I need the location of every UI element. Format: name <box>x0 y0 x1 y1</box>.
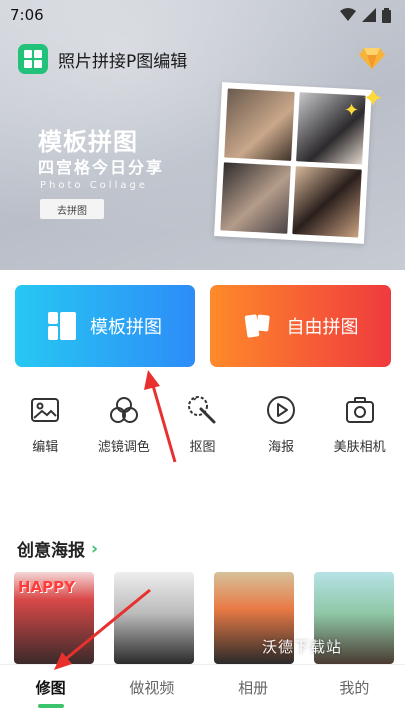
tool-label: 抠图 <box>189 440 216 455</box>
signal-icon <box>362 8 376 22</box>
tool-label: 美肤相机 <box>333 440 386 455</box>
play-icon <box>267 396 296 424</box>
sparkle-icon: ✦ <box>362 84 384 114</box>
collage-photo <box>291 165 362 238</box>
bottom-nav: 修图 做视频 相册 我的 <box>0 664 405 720</box>
banner-title: 模板拼图 <box>38 127 138 156</box>
free-collage-label: 自由拼图 <box>286 317 359 338</box>
nav-tab-edit[interactable]: 修图 <box>11 677 91 708</box>
collage-photo <box>220 161 291 234</box>
status-icons <box>340 7 391 23</box>
free-collage-button[interactable]: 自由拼图 <box>210 285 391 367</box>
free-layout-icon <box>244 314 270 338</box>
nav-tab-label: 相册 <box>238 679 269 697</box>
tool-edit[interactable]: 编辑 <box>6 394 84 455</box>
tool-label: 滤镜调色 <box>97 440 150 455</box>
nav-tab-video[interactable]: 做视频 <box>112 677 192 698</box>
status-time: 7:06 <box>10 6 44 24</box>
poster-card[interactable]: HAPPY <box>14 572 94 664</box>
tool-filter[interactable]: 滤镜调色 <box>85 394 163 455</box>
template-collage-button[interactable]: 模板拼图 <box>15 285 195 367</box>
nav-tab-me[interactable]: 我的 <box>314 677 394 698</box>
hero-banner[interactable]: 模板拼图 四宫格今日分享 Photo Collage 去拼图 ✦ ✦ <box>0 0 405 270</box>
banner-go-collage-button[interactable]: 去拼图 <box>40 199 104 219</box>
image-icon <box>31 398 60 422</box>
template-collage-label: 模板拼图 <box>90 317 162 338</box>
nav-tab-label: 我的 <box>339 679 370 697</box>
cutout-icon <box>188 396 216 424</box>
collage-photo <box>224 88 295 161</box>
banner-subtitle-en: Photo Collage <box>40 180 148 191</box>
nav-tab-label: 做视频 <box>129 679 175 697</box>
tool-label: 海报 <box>268 440 295 455</box>
vip-diamond-icon[interactable] <box>359 46 385 70</box>
banner-subtitle: 四宫格今日分享 <box>38 158 165 177</box>
filter-icon <box>109 397 138 423</box>
wifi-icon <box>340 8 356 21</box>
tool-label: 编辑 <box>32 440 59 455</box>
nav-tab-label: 修图 <box>35 679 66 697</box>
chevron-right-icon: › <box>91 538 99 559</box>
status-bar: 7:06 <box>0 0 405 30</box>
watermark-text: 沃德下载站 <box>262 638 343 656</box>
poster-card[interactable] <box>114 572 194 664</box>
app-header: 照片拼接P图编辑 <box>18 44 187 74</box>
tool-poster[interactable]: 海报 <box>242 394 320 455</box>
grid-layout-icon <box>48 312 76 340</box>
poster-text: HAPPY <box>18 578 76 596</box>
tool-beauty-camera[interactable]: 美肤相机 <box>321 394 399 455</box>
camera-icon <box>345 397 374 423</box>
sparkle-icon: ✦ <box>344 100 360 121</box>
section-title: 创意海报 <box>17 541 85 561</box>
tools-row: 编辑 滤镜调色 抠图 海报 美肤相机 <box>0 394 405 455</box>
app-logo-icon <box>18 44 48 74</box>
creative-posters-header[interactable]: 创意海报 › <box>17 536 99 562</box>
active-tab-indicator <box>37 704 64 708</box>
app-title: 照片拼接P图编辑 <box>58 51 188 72</box>
tool-cutout[interactable]: 抠图 <box>163 394 241 455</box>
battery-icon <box>382 7 391 23</box>
nav-tab-album[interactable]: 相册 <box>213 677 293 698</box>
